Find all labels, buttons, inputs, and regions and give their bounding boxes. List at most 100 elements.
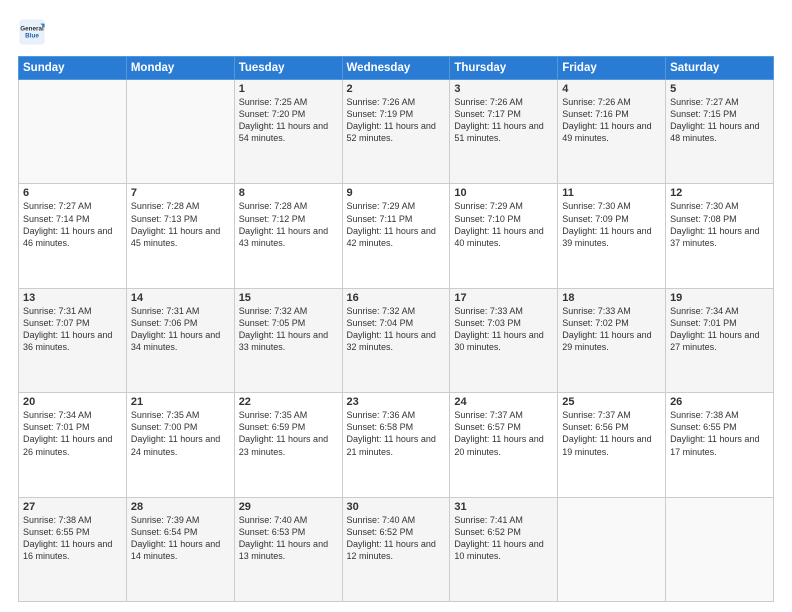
weekday-header-row: SundayMondayTuesdayWednesdayThursdayFrid… — [19, 57, 774, 80]
day-number: 1 — [239, 83, 338, 95]
day-info: Sunrise: 7:36 AM Sunset: 6:58 PM Dayligh… — [347, 409, 446, 458]
day-info: Sunrise: 7:41 AM Sunset: 6:52 PM Dayligh… — [454, 514, 553, 563]
calendar-body: 1Sunrise: 7:25 AM Sunset: 7:20 PM Daylig… — [19, 80, 774, 602]
calendar-cell: 20Sunrise: 7:34 AM Sunset: 7:01 PM Dayli… — [19, 393, 127, 497]
day-number: 9 — [347, 187, 446, 199]
day-info: Sunrise: 7:34 AM Sunset: 7:01 PM Dayligh… — [670, 305, 769, 354]
day-number: 15 — [239, 292, 338, 304]
day-number: 19 — [670, 292, 769, 304]
day-number: 12 — [670, 187, 769, 199]
day-number: 24 — [454, 396, 553, 408]
day-info: Sunrise: 7:28 AM Sunset: 7:12 PM Dayligh… — [239, 200, 338, 249]
calendar-cell: 11Sunrise: 7:30 AM Sunset: 7:09 PM Dayli… — [558, 184, 666, 288]
calendar-week-row: 27Sunrise: 7:38 AM Sunset: 6:55 PM Dayli… — [19, 497, 774, 601]
calendar-cell: 1Sunrise: 7:25 AM Sunset: 7:20 PM Daylig… — [234, 80, 342, 184]
day-number: 5 — [670, 83, 769, 95]
calendar-cell: 15Sunrise: 7:32 AM Sunset: 7:05 PM Dayli… — [234, 288, 342, 392]
calendar-cell: 23Sunrise: 7:36 AM Sunset: 6:58 PM Dayli… — [342, 393, 450, 497]
weekday-header-cell: Monday — [126, 57, 234, 80]
calendar-cell: 9Sunrise: 7:29 AM Sunset: 7:11 PM Daylig… — [342, 184, 450, 288]
day-number: 14 — [131, 292, 230, 304]
day-info: Sunrise: 7:26 AM Sunset: 7:16 PM Dayligh… — [562, 96, 661, 145]
calendar-cell: 2Sunrise: 7:26 AM Sunset: 7:19 PM Daylig… — [342, 80, 450, 184]
calendar-week-row: 1Sunrise: 7:25 AM Sunset: 7:20 PM Daylig… — [19, 80, 774, 184]
calendar-cell: 6Sunrise: 7:27 AM Sunset: 7:14 PM Daylig… — [19, 184, 127, 288]
day-number: 7 — [131, 187, 230, 199]
day-info: Sunrise: 7:30 AM Sunset: 7:08 PM Dayligh… — [670, 200, 769, 249]
day-number: 17 — [454, 292, 553, 304]
calendar-cell — [126, 80, 234, 184]
day-info: Sunrise: 7:38 AM Sunset: 6:55 PM Dayligh… — [23, 514, 122, 563]
weekday-header-cell: Sunday — [19, 57, 127, 80]
day-info: Sunrise: 7:31 AM Sunset: 7:07 PM Dayligh… — [23, 305, 122, 354]
day-info: Sunrise: 7:33 AM Sunset: 7:02 PM Dayligh… — [562, 305, 661, 354]
calendar-cell: 27Sunrise: 7:38 AM Sunset: 6:55 PM Dayli… — [19, 497, 127, 601]
day-info: Sunrise: 7:40 AM Sunset: 6:52 PM Dayligh… — [347, 514, 446, 563]
day-number: 30 — [347, 501, 446, 513]
calendar-cell — [558, 497, 666, 601]
calendar-cell: 18Sunrise: 7:33 AM Sunset: 7:02 PM Dayli… — [558, 288, 666, 392]
calendar-cell: 8Sunrise: 7:28 AM Sunset: 7:12 PM Daylig… — [234, 184, 342, 288]
calendar-cell: 26Sunrise: 7:38 AM Sunset: 6:55 PM Dayli… — [666, 393, 774, 497]
weekday-header-cell: Friday — [558, 57, 666, 80]
calendar-cell: 29Sunrise: 7:40 AM Sunset: 6:53 PM Dayli… — [234, 497, 342, 601]
day-number: 6 — [23, 187, 122, 199]
calendar-cell: 25Sunrise: 7:37 AM Sunset: 6:56 PM Dayli… — [558, 393, 666, 497]
day-info: Sunrise: 7:29 AM Sunset: 7:11 PM Dayligh… — [347, 200, 446, 249]
day-number: 26 — [670, 396, 769, 408]
day-info: Sunrise: 7:34 AM Sunset: 7:01 PM Dayligh… — [23, 409, 122, 458]
day-info: Sunrise: 7:27 AM Sunset: 7:14 PM Dayligh… — [23, 200, 122, 249]
calendar-cell: 3Sunrise: 7:26 AM Sunset: 7:17 PM Daylig… — [450, 80, 558, 184]
day-info: Sunrise: 7:27 AM Sunset: 7:15 PM Dayligh… — [670, 96, 769, 145]
day-number: 28 — [131, 501, 230, 513]
day-number: 21 — [131, 396, 230, 408]
day-info: Sunrise: 7:25 AM Sunset: 7:20 PM Dayligh… — [239, 96, 338, 145]
day-number: 18 — [562, 292, 661, 304]
calendar-cell — [19, 80, 127, 184]
day-number: 31 — [454, 501, 553, 513]
calendar-cell: 19Sunrise: 7:34 AM Sunset: 7:01 PM Dayli… — [666, 288, 774, 392]
weekday-header-cell: Wednesday — [342, 57, 450, 80]
calendar-table: SundayMondayTuesdayWednesdayThursdayFrid… — [18, 56, 774, 602]
weekday-header-cell: Saturday — [666, 57, 774, 80]
calendar-cell: 17Sunrise: 7:33 AM Sunset: 7:03 PM Dayli… — [450, 288, 558, 392]
calendar-cell: 31Sunrise: 7:41 AM Sunset: 6:52 PM Dayli… — [450, 497, 558, 601]
logo: General Blue — [18, 18, 46, 46]
day-info: Sunrise: 7:32 AM Sunset: 7:05 PM Dayligh… — [239, 305, 338, 354]
calendar-cell: 10Sunrise: 7:29 AM Sunset: 7:10 PM Dayli… — [450, 184, 558, 288]
day-info: Sunrise: 7:26 AM Sunset: 7:19 PM Dayligh… — [347, 96, 446, 145]
day-info: Sunrise: 7:28 AM Sunset: 7:13 PM Dayligh… — [131, 200, 230, 249]
day-number: 22 — [239, 396, 338, 408]
calendar-cell: 24Sunrise: 7:37 AM Sunset: 6:57 PM Dayli… — [450, 393, 558, 497]
calendar-cell: 7Sunrise: 7:28 AM Sunset: 7:13 PM Daylig… — [126, 184, 234, 288]
weekday-header-cell: Thursday — [450, 57, 558, 80]
page: General Blue SundayMondayTuesdayWednesda… — [0, 0, 792, 612]
calendar-cell: 30Sunrise: 7:40 AM Sunset: 6:52 PM Dayli… — [342, 497, 450, 601]
day-number: 29 — [239, 501, 338, 513]
day-number: 23 — [347, 396, 446, 408]
calendar-week-row: 13Sunrise: 7:31 AM Sunset: 7:07 PM Dayli… — [19, 288, 774, 392]
calendar-cell: 16Sunrise: 7:32 AM Sunset: 7:04 PM Dayli… — [342, 288, 450, 392]
day-info: Sunrise: 7:38 AM Sunset: 6:55 PM Dayligh… — [670, 409, 769, 458]
day-number: 25 — [562, 396, 661, 408]
logo-icon: General Blue — [18, 18, 46, 46]
calendar-cell: 13Sunrise: 7:31 AM Sunset: 7:07 PM Dayli… — [19, 288, 127, 392]
day-info: Sunrise: 7:35 AM Sunset: 6:59 PM Dayligh… — [239, 409, 338, 458]
day-number: 13 — [23, 292, 122, 304]
day-info: Sunrise: 7:32 AM Sunset: 7:04 PM Dayligh… — [347, 305, 446, 354]
day-info: Sunrise: 7:33 AM Sunset: 7:03 PM Dayligh… — [454, 305, 553, 354]
calendar-cell: 5Sunrise: 7:27 AM Sunset: 7:15 PM Daylig… — [666, 80, 774, 184]
calendar-cell: 21Sunrise: 7:35 AM Sunset: 7:00 PM Dayli… — [126, 393, 234, 497]
day-number: 10 — [454, 187, 553, 199]
day-number: 11 — [562, 187, 661, 199]
day-number: 16 — [347, 292, 446, 304]
calendar-cell — [666, 497, 774, 601]
day-number: 27 — [23, 501, 122, 513]
calendar-week-row: 20Sunrise: 7:34 AM Sunset: 7:01 PM Dayli… — [19, 393, 774, 497]
day-info: Sunrise: 7:26 AM Sunset: 7:17 PM Dayligh… — [454, 96, 553, 145]
day-info: Sunrise: 7:39 AM Sunset: 6:54 PM Dayligh… — [131, 514, 230, 563]
day-info: Sunrise: 7:40 AM Sunset: 6:53 PM Dayligh… — [239, 514, 338, 563]
svg-text:General: General — [20, 26, 44, 33]
svg-text:Blue: Blue — [25, 33, 39, 40]
day-number: 20 — [23, 396, 122, 408]
